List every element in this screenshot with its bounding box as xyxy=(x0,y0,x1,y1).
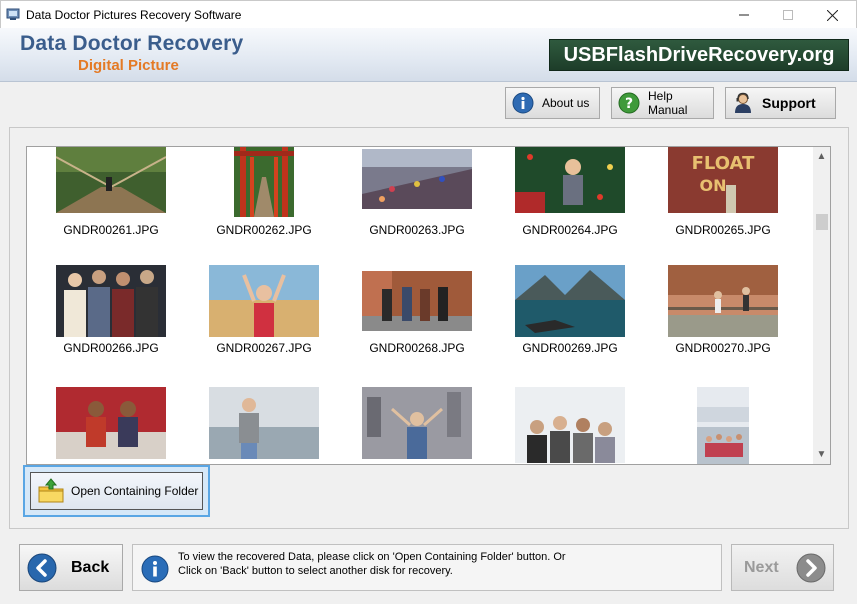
picture-preview xyxy=(515,387,625,463)
support-label: Support xyxy=(762,95,816,111)
toolbar: About us ? Help Manual Support xyxy=(0,82,857,126)
scroll-thumb[interactable] xyxy=(816,214,828,230)
instruction-line-1: To view the recovered Data, please click… xyxy=(178,551,566,563)
svg-text:?: ? xyxy=(625,96,633,112)
gallery-scrollbar[interactable]: ▲ ▼ xyxy=(813,146,831,465)
footer-bar: Back To view the recovered Data, please … xyxy=(0,530,857,604)
picture-thumbnail[interactable]: GNDR00266.JPG xyxy=(41,265,181,355)
title-bar: Data Doctor Pictures Recovery Software xyxy=(0,0,857,28)
picture-filename: GNDR00268.JPG xyxy=(369,341,465,355)
about-us-label: About us xyxy=(542,96,590,110)
picture-thumbnail[interactable]: GNDR00269.JPG xyxy=(500,265,640,355)
picture-filename: GNDR00263.JPG xyxy=(369,223,465,237)
scroll-up-arrow-icon[interactable]: ▲ xyxy=(816,151,827,162)
picture-filename: GNDR00265.JPG xyxy=(675,223,771,237)
picture-preview xyxy=(56,265,166,337)
about-us-button[interactable]: About us xyxy=(505,87,600,119)
next-arrow-icon xyxy=(796,553,826,583)
open-folder-label: Open Containing Folder xyxy=(71,484,199,498)
instruction-line-2: Click on 'Back' button to select another… xyxy=(178,565,453,577)
app-icon xyxy=(6,8,20,20)
picture-preview xyxy=(209,387,319,459)
results-panel: GNDR00261.JPG GNDR00262.JPG GNDR00263.JPG G… xyxy=(9,127,849,529)
picture-thumbnail[interactable]: GNDR00270.JPG xyxy=(653,265,793,355)
close-button[interactable] xyxy=(809,1,855,29)
support-agent-icon xyxy=(735,92,751,113)
maximize-icon xyxy=(783,10,793,20)
picture-thumbnail[interactable]: GNDR00267.JPG xyxy=(194,265,334,355)
picture-preview: FLOAT ON xyxy=(668,147,778,215)
header-banner: Data Doctor Recovery Digital Picture USB… xyxy=(0,28,857,82)
picture-thumbnail[interactable] xyxy=(41,387,181,459)
picture-thumbnail[interactable]: FLOAT ON GNDR00265.JPG xyxy=(653,147,793,237)
help-manual-label: Help Manual xyxy=(648,89,688,117)
picture-filename: GNDR00264.JPG xyxy=(522,223,618,237)
picture-filename: GNDR00269.JPG xyxy=(522,341,618,355)
help-icon: ? xyxy=(618,92,640,114)
picture-thumbnail[interactable]: GNDR00264.JPG xyxy=(500,147,640,237)
open-containing-folder-button[interactable]: Open Containing Folder xyxy=(30,472,203,510)
picture-filename: GNDR00261.JPG xyxy=(63,223,159,237)
picture-preview xyxy=(234,147,294,219)
scroll-down-arrow-icon[interactable]: ▼ xyxy=(816,449,827,460)
picture-preview xyxy=(362,387,472,459)
picture-preview xyxy=(362,271,472,333)
back-button[interactable]: Back xyxy=(19,544,123,591)
window-title: Data Doctor Pictures Recovery Software xyxy=(26,8,242,22)
picture-preview xyxy=(668,265,778,337)
next-button[interactable]: Next xyxy=(731,544,834,591)
open-folder-icon xyxy=(38,478,64,503)
picture-preview xyxy=(56,387,166,459)
support-button[interactable]: Support xyxy=(725,87,836,119)
instruction-text: To view the recovered Data, please click… xyxy=(178,550,718,578)
info-icon xyxy=(512,92,534,114)
recovered-pictures-gallery[interactable]: GNDR00261.JPG GNDR00262.JPG GNDR00263.JPG G… xyxy=(26,146,816,465)
website-logo: USBFlashDriveRecovery.org xyxy=(549,39,849,71)
info-icon xyxy=(141,555,169,583)
instruction-box: To view the recovered Data, please click… xyxy=(132,544,722,591)
maximize-button[interactable] xyxy=(765,1,811,29)
back-label: Back xyxy=(71,558,110,576)
help-manual-button[interactable]: ? Help Manual xyxy=(611,87,714,119)
brand-title: Data Doctor Recovery xyxy=(20,32,244,55)
next-label: Next xyxy=(744,558,779,576)
close-icon xyxy=(826,9,838,21)
picture-thumbnail[interactable] xyxy=(500,387,640,463)
picture-filename: GNDR00270.JPG xyxy=(675,341,771,355)
minimize-button[interactable] xyxy=(721,1,767,29)
picture-thumbnail[interactable]: GNDR00268.JPG xyxy=(347,265,487,355)
picture-filename: GNDR00266.JPG xyxy=(63,341,159,355)
minimize-icon xyxy=(739,14,749,16)
picture-preview xyxy=(515,265,625,337)
picture-preview xyxy=(362,149,472,211)
picture-filename: GNDR00267.JPG xyxy=(216,341,312,355)
svg-text:ON: ON xyxy=(700,176,727,195)
picture-preview xyxy=(515,147,625,215)
picture-thumbnail[interactable] xyxy=(653,387,793,464)
picture-preview xyxy=(697,387,749,464)
picture-thumbnail[interactable]: GNDR00263.JPG xyxy=(347,147,487,237)
picture-thumbnail[interactable]: GNDR00262.JPG xyxy=(194,147,334,237)
picture-preview xyxy=(56,147,166,217)
picture-thumbnail[interactable] xyxy=(347,387,487,459)
brand-subtitle: Digital Picture xyxy=(78,57,179,74)
picture-filename: GNDR00262.JPG xyxy=(216,223,312,237)
picture-preview xyxy=(209,265,319,337)
back-arrow-icon xyxy=(27,553,57,582)
open-folder-focus-ring: Open Containing Folder xyxy=(23,465,210,517)
picture-thumbnail[interactable]: GNDR00261.JPG xyxy=(41,147,181,237)
picture-thumbnail[interactable] xyxy=(194,387,334,459)
svg-text:FLOAT: FLOAT xyxy=(692,153,755,174)
